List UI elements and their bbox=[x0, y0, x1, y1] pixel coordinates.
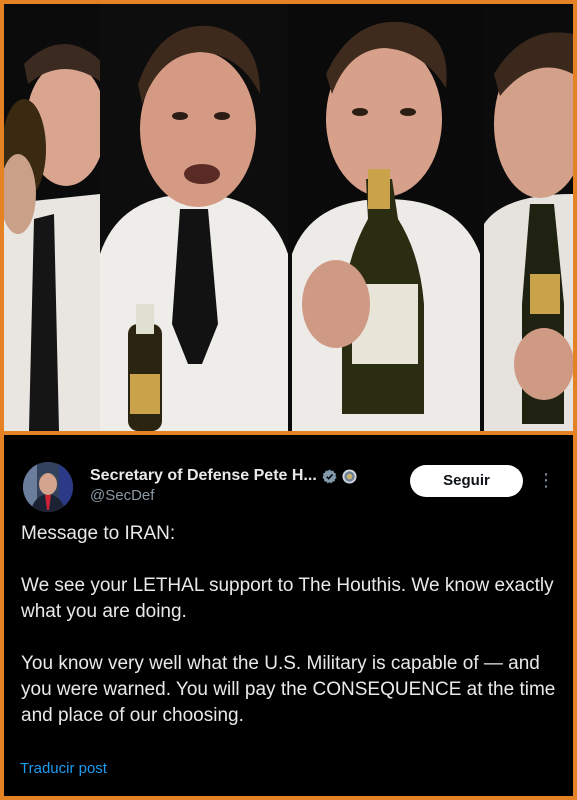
image-frame: Secretary of Defense Pete H... @SecDef S… bbox=[0, 0, 577, 800]
tweet-paragraph: We see your LETHAL support to The Houthi… bbox=[21, 575, 554, 622]
photo-panel-1 bbox=[4, 4, 100, 431]
photo-panel-3 bbox=[292, 4, 480, 431]
more-options-icon[interactable]: ⋮ bbox=[536, 468, 556, 492]
verified-badge-icon[interactable] bbox=[322, 468, 337, 484]
follow-button[interactable]: Seguir bbox=[410, 465, 523, 497]
tweet-text: Message to IRAN: We see your LETHAL supp… bbox=[21, 521, 566, 729]
photo-panel-4 bbox=[484, 4, 573, 431]
author-name-row: Secretary of Defense Pete H... bbox=[90, 465, 357, 487]
government-seal-icon bbox=[342, 468, 357, 484]
avatar[interactable] bbox=[23, 462, 73, 512]
author-handle[interactable]: @SecDef bbox=[90, 487, 154, 504]
tweet-paragraph: Message to IRAN: bbox=[21, 523, 176, 544]
display-name[interactable]: Secretary of Defense Pete H... bbox=[90, 467, 317, 485]
tweet-paragraph: You know very well what the U.S. Militar… bbox=[21, 653, 556, 726]
translate-post-link[interactable]: Traducir post bbox=[20, 760, 107, 777]
photo-panel-2 bbox=[100, 4, 288, 431]
photo-collage bbox=[4, 4, 573, 431]
tweet-card: Secretary of Defense Pete H... @SecDef S… bbox=[4, 435, 573, 796]
